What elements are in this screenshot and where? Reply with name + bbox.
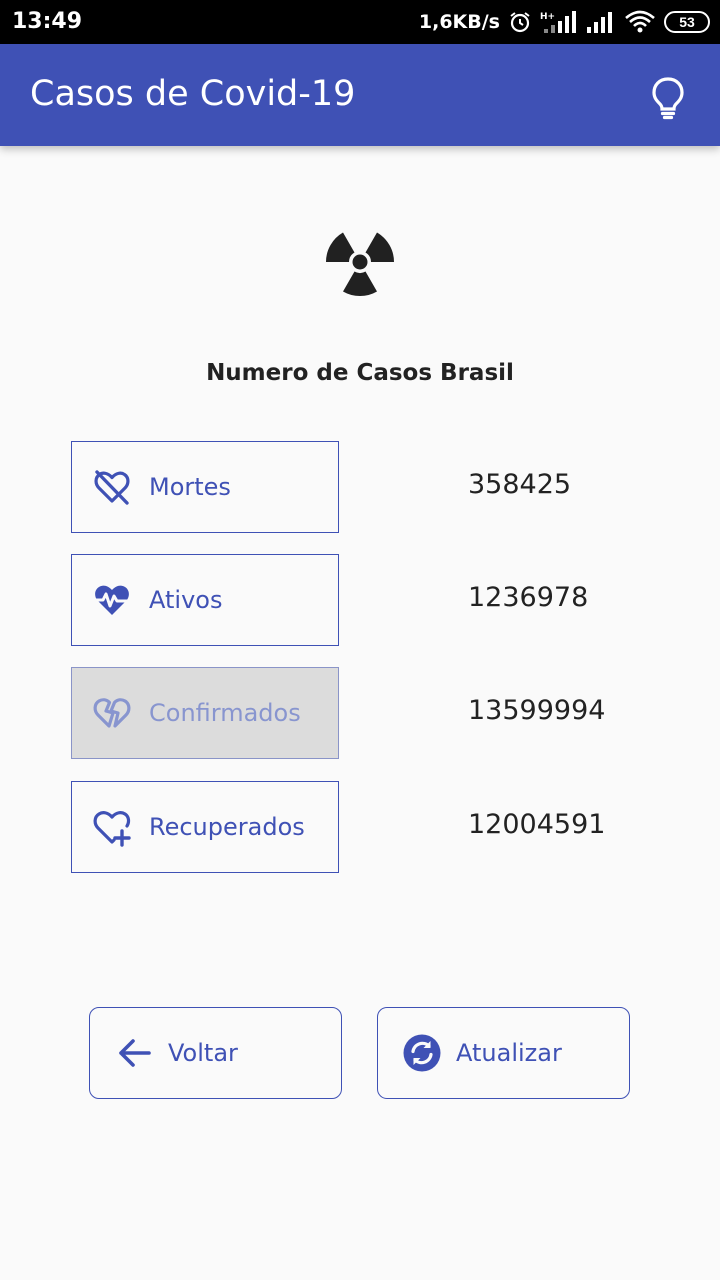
alarm-icon [510,12,530,33]
stat-row-confirmados: Confirmados 13599994 [71,667,671,759]
back-label: Voltar [168,1039,238,1067]
status-bar: 13:49 1,6KB/s H+ 53 [0,0,720,44]
confirmados-value: 13599994 [468,695,606,726]
mortes-value: 358425 [468,469,572,500]
radiation-icon [325,232,395,297]
arrow-left-icon [119,1039,151,1067]
status-icons: 1,6KB/s H+ 53 [419,8,710,36]
heart-off-icon [94,470,130,505]
page-subtitle: Numero de Casos Brasil [206,360,514,386]
recuperados-button[interactable]: Recuperados [71,781,339,873]
recuperados-value: 12004591 [468,809,606,840]
stat-row-ativos: Ativos 1236978 [71,554,671,646]
confirmados-button[interactable]: Confirmados [71,667,339,759]
status-time: 13:49 [12,9,83,34]
signal-h-plus-icon: H+ [540,11,576,33]
back-button[interactable]: Voltar [89,1007,342,1099]
heart-plus-icon [93,811,131,847]
refresh-label: Atualizar [456,1039,562,1067]
refresh-button[interactable]: Atualizar [377,1007,630,1099]
svg-text:H+: H+ [540,12,555,22]
refresh-circle-icon [403,1034,441,1072]
lightbulb-icon[interactable] [650,76,686,120]
network-speed: 1,6KB/s [418,11,500,33]
mortes-button[interactable]: Mortes [71,441,339,533]
battery-icon: 53 [664,11,710,33]
app-title: Casos de Covid-19 [30,74,356,114]
mortes-label: Mortes [149,473,231,501]
recuperados-label: Recuperados [149,813,305,841]
confirmados-label: Confirmados [149,699,301,727]
ativos-button[interactable]: Ativos [71,554,339,646]
stat-row-mortes: Mortes 358425 [71,441,671,533]
stat-row-recuperados: Recuperados 12004591 [71,781,671,873]
signal-icon [587,12,612,33]
wifi-icon [625,10,655,33]
heart-broken-icon [93,698,131,728]
battery-level: 53 [679,14,695,30]
app-bar: Casos de Covid-19 [0,44,720,146]
heart-pulse-icon [93,585,131,615]
ativos-value: 1236978 [468,582,589,613]
ativos-label: Ativos [149,586,223,614]
